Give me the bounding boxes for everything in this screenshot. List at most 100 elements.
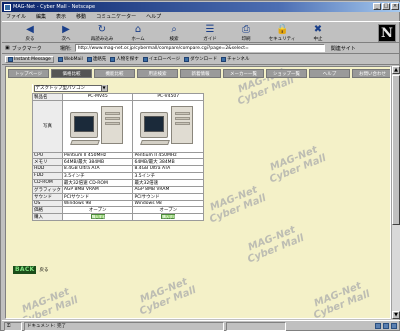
personal-item-yellow-pages[interactable]: イエローページ bbox=[142, 56, 181, 62]
forward-arrow-icon: ▶ bbox=[62, 24, 70, 35]
reload-button[interactable]: ↻ 再読み込み bbox=[84, 22, 120, 43]
tab-news[interactable]: 新着情報 bbox=[180, 69, 221, 78]
back-link[interactable]: BACK 戻る bbox=[13, 266, 48, 274]
personal-item-people[interactable]: 人物を探す bbox=[110, 56, 139, 62]
stop-icon: ✖ bbox=[313, 24, 323, 35]
related-sites-button[interactable]: 関連サイト bbox=[331, 45, 356, 52]
row-label: グラフィック bbox=[32, 185, 63, 194]
stop-button[interactable]: ✖ 中止 bbox=[300, 22, 336, 43]
security-lock-icon: 🔒 bbox=[276, 24, 289, 35]
security-button[interactable]: 🔒 セキュリティ bbox=[264, 22, 300, 43]
channels-icon bbox=[221, 56, 227, 62]
personal-item-label: WebMail bbox=[63, 56, 83, 62]
spec-value: オープン bbox=[61, 206, 134, 214]
personal-item-instant-message[interactable]: Instant Message bbox=[5, 55, 54, 63]
back-logo[interactable]: BACK bbox=[13, 266, 37, 274]
personal-item-label: Instant Message bbox=[14, 56, 51, 62]
watermark: MAG-Net Cyber Mall bbox=[138, 276, 198, 318]
maximize-button[interactable]: □ bbox=[382, 3, 390, 10]
navigation-toolbar: ◀ 戻る ▶ 次へ ↻ 再読み込み ⌂ ホーム ⌕ 検索 ☰ ガイド ⎙ 印刷 🔒 セキュリティ… bbox=[2, 21, 400, 43]
personal-item-webmail[interactable]: WebMail bbox=[57, 56, 83, 62]
row-label: 購入 bbox=[32, 213, 63, 221]
guide-icon: ☰ bbox=[205, 24, 215, 35]
close-button[interactable]: × bbox=[391, 3, 399, 10]
row-label: メモリ bbox=[32, 158, 63, 166]
category-select[interactable]: デスクトップ型パソコン ▼ bbox=[33, 84, 108, 92]
spec-value: オープン bbox=[132, 206, 204, 214]
watermark: MAG-Net Cyber Mall bbox=[312, 280, 372, 319]
tab-help[interactable]: ヘルプ bbox=[309, 69, 350, 78]
guide-button[interactable]: ☰ ガイド bbox=[192, 22, 228, 43]
stop-button-label: 中止 bbox=[313, 37, 323, 42]
category-select-value: デスクトップ型パソコン bbox=[35, 86, 86, 92]
guide-button-label: ガイド bbox=[203, 37, 217, 42]
minimize-button[interactable]: _ bbox=[373, 3, 381, 10]
tab-makers[interactable]: メーカー一覧 bbox=[223, 69, 264, 78]
table-row: FDD 3.5インチ 3.5インチ bbox=[32, 171, 204, 180]
mail-status-icon[interactable] bbox=[383, 323, 389, 329]
search-button-label: 検索 bbox=[169, 37, 179, 42]
watermark: MAG-Net Cyber Mall bbox=[20, 286, 80, 319]
home-button[interactable]: ⌂ ホーム bbox=[120, 22, 156, 43]
forward-button[interactable]: ▶ 次へ bbox=[48, 22, 84, 43]
personal-item-label: イエローページ bbox=[148, 57, 181, 62]
product-name: PC-V4507 bbox=[132, 92, 204, 101]
back-text: 戻る bbox=[39, 268, 49, 273]
scrollbar-thumb[interactable] bbox=[392, 75, 400, 225]
site-nav-tabs: トップページ 価格比較 機能比較 用途検索 新着情報 メーカー一覧 ショップ一覧… bbox=[8, 69, 390, 78]
tab-shops[interactable]: ショップ一覧 bbox=[266, 69, 307, 78]
menu-communicator[interactable]: コミュニケーター bbox=[96, 13, 136, 20]
composer-icon[interactable] bbox=[391, 323, 397, 329]
vertical-scrollbar[interactable]: ▲ ▼ bbox=[391, 66, 400, 319]
netscape-logo[interactable]: N bbox=[378, 24, 396, 42]
scroll-down-arrow-icon[interactable]: ▼ bbox=[392, 311, 400, 319]
tab-top[interactable]: トップページ bbox=[8, 69, 49, 78]
tab-usage-search[interactable]: 用途検索 bbox=[137, 69, 178, 78]
back-button[interactable]: ◀ 戻る bbox=[12, 22, 48, 43]
desktop-pc-image bbox=[69, 104, 127, 148]
menu-edit[interactable]: 編集 bbox=[36, 13, 46, 20]
reload-icon: ↻ bbox=[97, 24, 107, 35]
menu-view[interactable]: 表示 bbox=[56, 13, 66, 20]
personal-item-contacts[interactable]: 連絡先 bbox=[86, 56, 107, 62]
bookmarks-label: ブックマーク bbox=[11, 45, 42, 52]
bookmarks-button[interactable]: ▣ ブックマーク bbox=[5, 45, 60, 52]
component-icon[interactable] bbox=[375, 323, 381, 329]
tab-price-compare[interactable]: 価格比較 bbox=[51, 69, 92, 78]
spec-value: 64MB/最大 384MB bbox=[132, 158, 204, 166]
status-security-indicator: ⚿ bbox=[4, 321, 22, 331]
menu-bar: ファイル 編集 表示 移動 コミュニケーター ヘルプ bbox=[2, 12, 400, 21]
spec-value: PCIサウンド bbox=[61, 192, 134, 201]
menu-file[interactable]: ファイル bbox=[6, 13, 26, 20]
table-row: サウンド PCIサウンド PCIサウンド bbox=[32, 192, 204, 201]
location-label: 場所: bbox=[60, 45, 72, 52]
tab-feature-compare[interactable]: 機能比較 bbox=[94, 69, 135, 78]
menu-help[interactable]: ヘルプ bbox=[146, 13, 161, 20]
url-field[interactable]: http://www.mag-net.or.jp/cybermall/compa… bbox=[74, 44, 325, 52]
print-button[interactable]: ⎙ 印刷 bbox=[228, 22, 264, 43]
location-bar: ▣ ブックマーク 場所: http://www.mag-net.or.jp/cyb… bbox=[2, 43, 400, 54]
tab-contact[interactable]: お問い合わせ bbox=[352, 69, 390, 78]
row-label: FDD bbox=[32, 171, 63, 180]
chevron-down-icon: ▼ bbox=[100, 85, 107, 92]
status-progress bbox=[226, 321, 286, 331]
personal-item-channels[interactable]: チャンネル bbox=[221, 56, 250, 62]
buy-button[interactable]: 購入する bbox=[90, 214, 106, 219]
buy-button[interactable]: 購入する bbox=[161, 214, 176, 219]
search-button[interactable]: ⌕ 検索 bbox=[156, 22, 192, 43]
mail-icon bbox=[57, 56, 63, 62]
home-button-label: ホーム bbox=[131, 37, 145, 42]
table-row: 製品名 PC-MV45 PC-V4507 bbox=[32, 92, 204, 101]
spec-value: 最大32倍速 CD-ROM bbox=[61, 178, 134, 187]
menu-go[interactable]: 移動 bbox=[76, 13, 86, 20]
personal-item-download[interactable]: ダウンロード bbox=[184, 56, 217, 62]
scroll-up-arrow-icon[interactable]: ▲ bbox=[392, 66, 400, 74]
title-bar: MAG-Net - Cyber Mall - Netscape _ □ × bbox=[2, 2, 400, 12]
page-content: MAG-Net Cyber Mall MAG-Net Cyber Mall MAG-… bbox=[5, 66, 391, 319]
spec-value: 3.5インチ bbox=[132, 171, 204, 180]
personal-toolbar: Instant Message WebMail 連絡先 人物を探す イエローペー… bbox=[2, 54, 400, 65]
personal-item-label: チャンネル bbox=[227, 57, 250, 62]
people-icon bbox=[110, 56, 116, 62]
personal-item-label: 連絡先 bbox=[92, 57, 107, 62]
comparison-table: デスクトップ型パソコン ▼ 製品名 PC-MV45 PC-V4507 写真 CPU… bbox=[32, 84, 204, 221]
